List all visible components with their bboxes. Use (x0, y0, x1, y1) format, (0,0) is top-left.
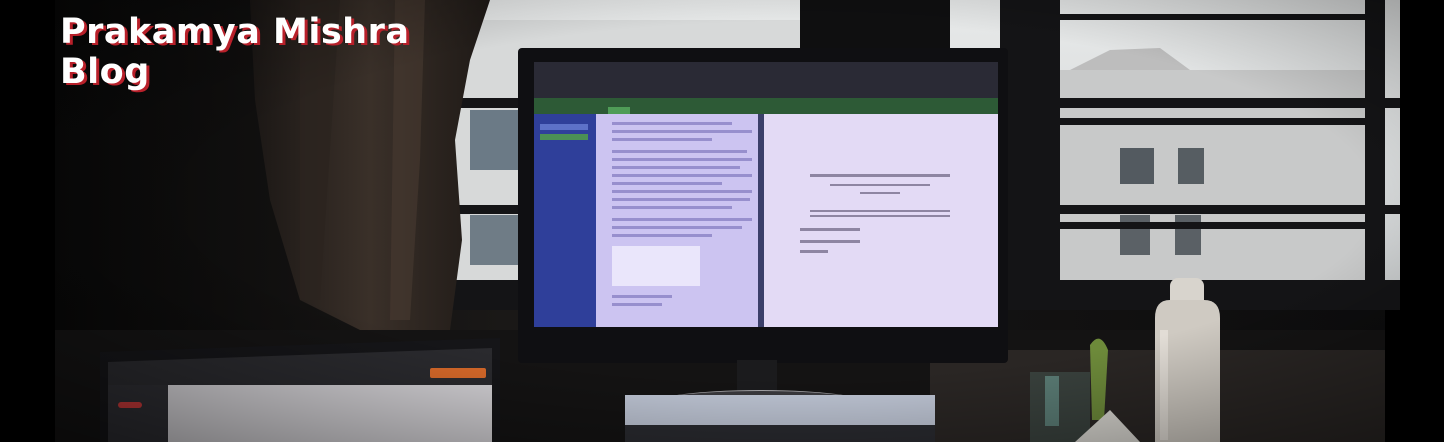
blog-title[interactable]: Prakamya Mishra Blog (60, 12, 409, 92)
blog-title-line-1: Prakamya Mishra (60, 12, 410, 52)
blog-title-line-2: Blog (60, 52, 150, 92)
blog-header-banner: Prakamya Mishra Blog (0, 0, 1444, 442)
